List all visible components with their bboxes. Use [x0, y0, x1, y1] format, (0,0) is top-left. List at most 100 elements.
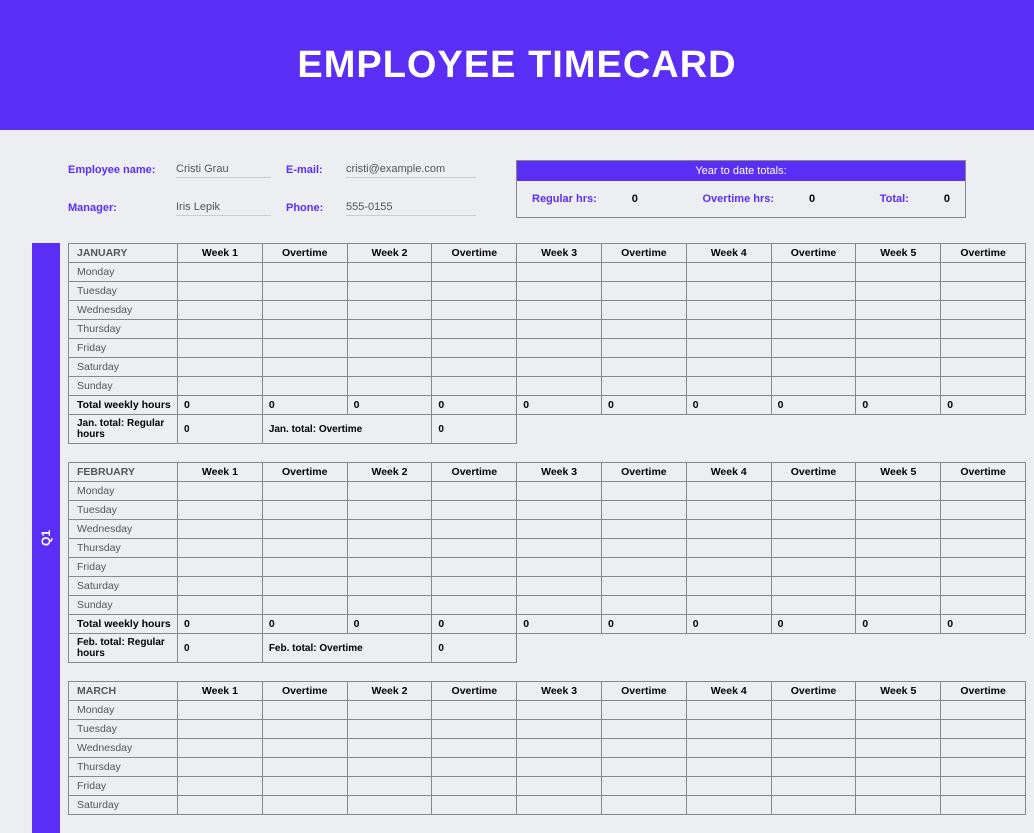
hours-cell[interactable] [771, 577, 856, 596]
hours-cell[interactable] [178, 577, 263, 596]
hours-cell[interactable] [941, 739, 1026, 758]
hours-cell[interactable] [686, 758, 771, 777]
hours-cell[interactable] [262, 577, 347, 596]
hours-cell[interactable] [432, 377, 517, 396]
hours-cell[interactable] [262, 320, 347, 339]
hours-cell[interactable] [432, 758, 517, 777]
hours-cell[interactable] [262, 558, 347, 577]
hours-cell[interactable] [856, 796, 941, 815]
hours-cell[interactable] [602, 520, 687, 539]
hours-cell[interactable] [602, 739, 687, 758]
hours-cell[interactable] [347, 539, 432, 558]
hours-cell[interactable] [517, 320, 602, 339]
hours-cell[interactable] [432, 282, 517, 301]
hours-cell[interactable] [771, 701, 856, 720]
hours-cell[interactable] [517, 377, 602, 396]
hours-cell[interactable] [856, 320, 941, 339]
hours-cell[interactable] [262, 282, 347, 301]
hours-cell[interactable] [517, 482, 602, 501]
hours-cell[interactable] [771, 501, 856, 520]
hours-cell[interactable] [347, 720, 432, 739]
hours-cell[interactable] [517, 358, 602, 377]
hours-cell[interactable] [262, 720, 347, 739]
hours-cell[interactable] [517, 796, 602, 815]
hours-cell[interactable] [517, 777, 602, 796]
hours-cell[interactable] [178, 320, 263, 339]
hours-cell[interactable] [941, 282, 1026, 301]
hours-cell[interactable] [856, 596, 941, 615]
hours-cell[interactable] [602, 282, 687, 301]
hours-cell[interactable] [347, 577, 432, 596]
hours-cell[interactable] [941, 482, 1026, 501]
hours-cell[interactable] [686, 739, 771, 758]
hours-cell[interactable] [602, 339, 687, 358]
hours-cell[interactable] [347, 558, 432, 577]
hours-cell[interactable] [771, 758, 856, 777]
hours-cell[interactable] [856, 263, 941, 282]
hours-cell[interactable] [856, 777, 941, 796]
hours-cell[interactable] [686, 539, 771, 558]
hours-cell[interactable] [178, 520, 263, 539]
hours-cell[interactable] [771, 482, 856, 501]
hours-cell[interactable] [771, 720, 856, 739]
hours-cell[interactable] [602, 501, 687, 520]
hours-cell[interactable] [432, 482, 517, 501]
hours-cell[interactable] [686, 577, 771, 596]
hours-cell[interactable] [941, 777, 1026, 796]
hours-cell[interactable] [941, 558, 1026, 577]
hours-cell[interactable] [771, 301, 856, 320]
hours-cell[interactable] [602, 577, 687, 596]
hours-cell[interactable] [347, 263, 432, 282]
hours-cell[interactable] [262, 796, 347, 815]
hours-cell[interactable] [686, 796, 771, 815]
hours-cell[interactable] [856, 520, 941, 539]
hours-cell[interactable] [941, 596, 1026, 615]
hours-cell[interactable] [686, 701, 771, 720]
hours-cell[interactable] [856, 758, 941, 777]
hours-cell[interactable] [347, 282, 432, 301]
hours-cell[interactable] [856, 739, 941, 758]
hours-cell[interactable] [771, 263, 856, 282]
hours-cell[interactable] [856, 539, 941, 558]
hours-cell[interactable] [856, 501, 941, 520]
hours-cell[interactable] [686, 720, 771, 739]
hours-cell[interactable] [432, 596, 517, 615]
hours-cell[interactable] [856, 377, 941, 396]
hours-cell[interactable] [771, 377, 856, 396]
hours-cell[interactable] [941, 501, 1026, 520]
hours-cell[interactable] [178, 501, 263, 520]
hours-cell[interactable] [178, 777, 263, 796]
employee-name-value[interactable]: Cristi Grau [176, 163, 271, 178]
hours-cell[interactable] [517, 501, 602, 520]
hours-cell[interactable] [602, 701, 687, 720]
hours-cell[interactable] [517, 701, 602, 720]
hours-cell[interactable] [347, 320, 432, 339]
hours-cell[interactable] [517, 339, 602, 358]
hours-cell[interactable] [517, 263, 602, 282]
hours-cell[interactable] [686, 501, 771, 520]
hours-cell[interactable] [856, 701, 941, 720]
hours-cell[interactable] [517, 720, 602, 739]
hours-cell[interactable] [432, 720, 517, 739]
hours-cell[interactable] [262, 777, 347, 796]
hours-cell[interactable] [262, 758, 347, 777]
hours-cell[interactable] [347, 377, 432, 396]
hours-cell[interactable] [178, 758, 263, 777]
hours-cell[interactable] [178, 358, 263, 377]
hours-cell[interactable] [517, 596, 602, 615]
hours-cell[interactable] [347, 796, 432, 815]
hours-cell[interactable] [262, 739, 347, 758]
hours-cell[interactable] [178, 482, 263, 501]
hours-cell[interactable] [602, 539, 687, 558]
hours-cell[interactable] [178, 539, 263, 558]
hours-cell[interactable] [771, 739, 856, 758]
hours-cell[interactable] [771, 520, 856, 539]
hours-cell[interactable] [686, 777, 771, 796]
hours-cell[interactable] [347, 777, 432, 796]
hours-cell[interactable] [771, 539, 856, 558]
hours-cell[interactable] [771, 596, 856, 615]
hours-cell[interactable] [178, 739, 263, 758]
hours-cell[interactable] [941, 577, 1026, 596]
hours-cell[interactable] [686, 377, 771, 396]
hours-cell[interactable] [602, 358, 687, 377]
